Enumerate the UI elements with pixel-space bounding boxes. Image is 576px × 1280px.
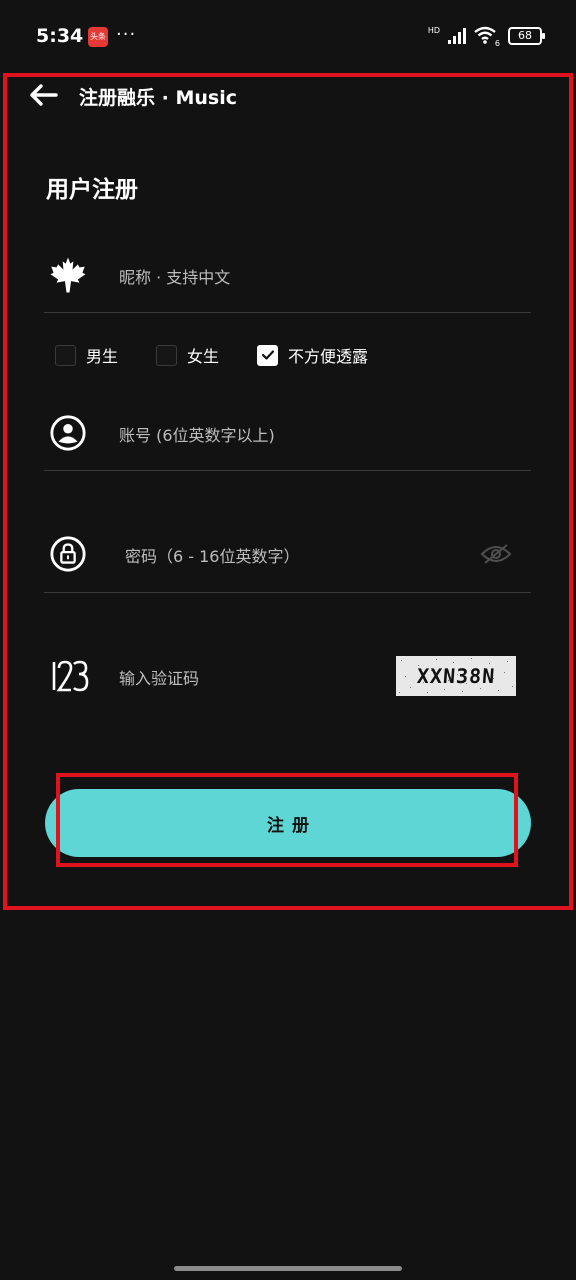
home-indicator[interactable]: [174, 1266, 402, 1271]
account-input[interactable]: 账号 (6位英数字以上): [119, 422, 275, 446]
eye-off-icon[interactable]: [478, 539, 514, 569]
account-field[interactable]: 账号 (6位英数字以上): [44, 396, 531, 471]
network-type-label: 6: [494, 39, 500, 48]
password-input[interactable]: 密码（6 - 16位英数字）: [125, 543, 300, 567]
nickname-input[interactable]: 昵称 · 支持中文: [119, 264, 230, 288]
captcha-image[interactable]: XXN38N: [396, 656, 516, 696]
arrow-left-icon: [30, 84, 58, 106]
male-checkbox[interactable]: [55, 344, 76, 366]
captcha-input[interactable]: 输入验证码: [119, 665, 199, 689]
register-button[interactable]: 注册: [45, 789, 531, 857]
back-button[interactable]: [26, 78, 60, 112]
gender-option-male[interactable]: 男生: [55, 343, 118, 367]
password-field[interactable]: 密码（6 - 16位英数字）: [44, 516, 531, 593]
more-notifications-icon: ···: [116, 24, 137, 45]
page-header-title: 注册融乐 · Music: [79, 87, 237, 109]
nickname-field[interactable]: 昵称 · 支持中文: [44, 240, 531, 313]
status-indicators: HD 6 68: [427, 24, 545, 48]
lock-icon: [48, 534, 88, 574]
undisclosed-checkbox[interactable]: [257, 344, 278, 366]
wifi-icon: [474, 26, 496, 44]
news-app-icon: 头条: [88, 27, 108, 47]
wifi-status: 6: [474, 26, 500, 48]
female-checkbox[interactable]: [156, 344, 177, 366]
maple-leaf-icon: [48, 255, 88, 295]
captcha-code: XXN38N: [416, 664, 496, 688]
gender-label: 不方便透露: [288, 347, 369, 366]
status-bar: 5:34 头条 ··· HD 6 68: [0, 0, 576, 72]
gender-option-female[interactable]: 女生: [156, 343, 219, 367]
gender-label: 女生: [187, 347, 220, 366]
cellular-signal-icon: [448, 28, 466, 44]
gender-option-undisclosed[interactable]: 不方便透露: [257, 343, 368, 367]
battery-icon: 68: [508, 27, 545, 45]
number-123-icon: [50, 656, 90, 696]
user-circle-icon: [48, 413, 88, 453]
hd-label: HD: [427, 25, 440, 35]
status-time: 5:34: [36, 25, 84, 47]
checkmark-icon: [261, 350, 274, 360]
page-title: 用户注册: [46, 177, 138, 203]
register-button-label: 注册: [267, 815, 317, 836]
gender-label: 男生: [86, 347, 119, 366]
